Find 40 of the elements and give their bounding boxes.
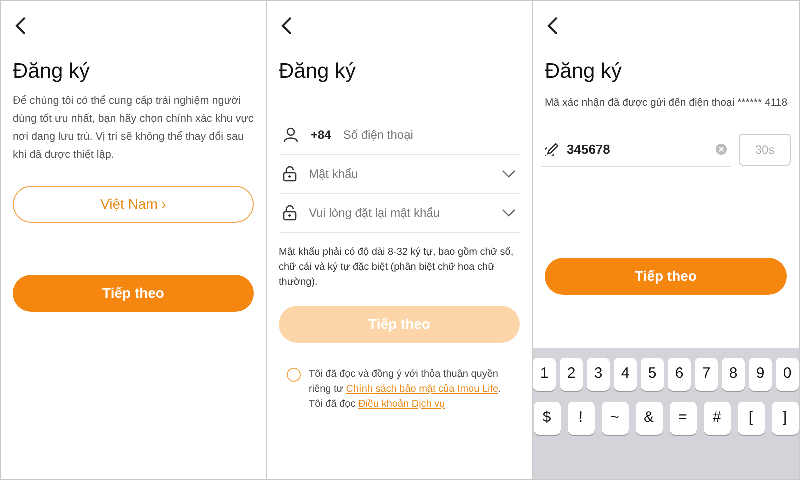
- keyboard-key[interactable]: !: [568, 402, 594, 435]
- country-code[interactable]: +84: [311, 126, 332, 144]
- code-sent-message: Mã xác nhận đã được gửi đến điện thoại ****** 4118: [545, 96, 789, 111]
- password-hint: Mật khẩu phải có độ dài 8-32 ký tự, bao gồm chữ số, chữ cái và ký tự đặc biệt (phân biệt chữ hoa chữ thường).: [279, 246, 515, 290]
- keyboard-key[interactable]: &: [636, 402, 662, 435]
- keyboard-key[interactable]: 2: [560, 358, 583, 391]
- keyboard-key[interactable]: 5: [641, 358, 664, 391]
- keyboard-key[interactable]: 7: [695, 358, 718, 391]
- consent-checkbox[interactable]: [287, 368, 301, 382]
- keyboard-key[interactable]: $: [534, 402, 560, 435]
- phone-field[interactable]: Số điện thoại: [343, 126, 516, 144]
- keyboard-key[interactable]: ]: [772, 402, 798, 435]
- password-field[interactable]: Vui lòng đặt lại mật khẩu: [309, 204, 490, 222]
- keyboard-key[interactable]: ~: [602, 402, 628, 435]
- keyboard-key[interactable]: =: [670, 402, 696, 435]
- keyboard-key[interactable]: 3: [587, 358, 610, 391]
- person-icon: [283, 127, 299, 143]
- page-title: Đăng ký: [13, 59, 92, 85]
- keyboard-key[interactable]: 0: [776, 358, 799, 391]
- back-icon[interactable]: [281, 17, 293, 35]
- keyboard-key[interactable]: 1: [533, 358, 556, 391]
- keyboard-key[interactable]: 8: [722, 358, 745, 391]
- page-title: Đăng ký: [545, 59, 624, 85]
- keyboard-key[interactable]: 9: [749, 358, 772, 391]
- back-icon[interactable]: [547, 17, 559, 35]
- code-field[interactable]: 345678: [567, 140, 708, 159]
- keyboard-key[interactable]: 4: [614, 358, 637, 391]
- chevron-down-icon[interactable]: [502, 209, 516, 217]
- keyboard-key[interactable]: 6: [668, 358, 691, 391]
- consent-text: Tôi đã đọc và đồng ý với thỏa thuận quyền riêng tư Chính sách bảo mật của Imou Life. Tôi đã đọc Điều khoản Dịch vụ: [309, 368, 502, 412]
- pen-check-icon: [545, 142, 559, 156]
- keyboard-key[interactable]: [: [738, 402, 764, 435]
- description-text: Để chúng tôi có thể cung cấp trải nghiệm người dùng tốt ưu nhất, bạn hãy chọn chính xác khu vực nơi đang lưu trú. Vị trí sẽ không thể thay đổi sau khi đã được thiết lập.: [13, 94, 254, 163]
- back-icon[interactable]: [15, 17, 27, 35]
- lock-icon: [283, 205, 297, 221]
- keyboard-key[interactable]: #: [704, 402, 730, 435]
- lock-icon: [283, 166, 297, 182]
- page-title: Đăng ký: [279, 59, 358, 85]
- chevron-down-icon[interactable]: [502, 170, 516, 178]
- password-field[interactable]: Mật khẩu: [309, 165, 490, 183]
